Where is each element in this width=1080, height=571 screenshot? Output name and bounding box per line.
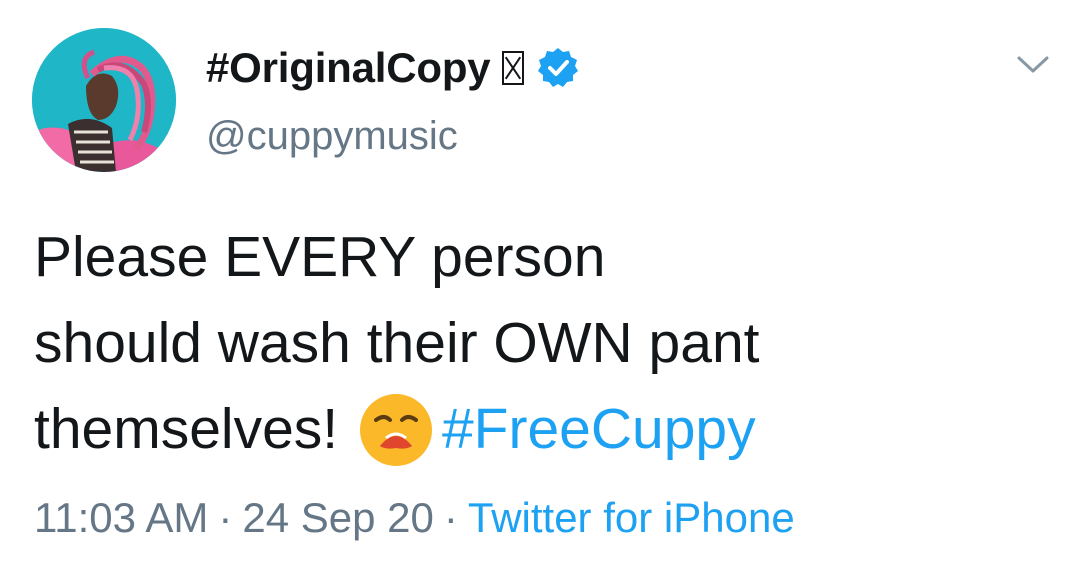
tweet-text-fragment: themselves! — [34, 397, 339, 461]
unrendered-emoji-icon — [502, 51, 525, 85]
display-name[interactable]: #OriginalCopy — [206, 44, 491, 92]
meta-separator: · — [443, 494, 458, 541]
tweet-text-line: should wash their OWN pant — [34, 311, 760, 375]
name-row: #OriginalCopy — [206, 40, 580, 96]
meta-separator: · — [218, 494, 233, 541]
hashtag-link[interactable]: #FreeCuppy — [442, 397, 756, 461]
chevron-down-icon[interactable] — [1016, 54, 1050, 76]
tweet-source-link[interactable]: Twitter for iPhone — [468, 494, 795, 541]
tweet-metadata: 11:03 AM · 24 Sep 20 · Twitter for iPhone — [34, 494, 795, 542]
user-handle[interactable]: @cuppymusic — [206, 114, 458, 159]
avatar-image — [32, 28, 176, 172]
tweet-date[interactable]: 24 Sep 20 — [242, 494, 434, 541]
tweet-time[interactable]: 11:03 AM — [34, 494, 208, 541]
anguished-face-emoji — [359, 394, 432, 466]
tweet-text-line: Please EVERY person — [34, 225, 606, 289]
verified-badge-icon — [538, 48, 579, 87]
tweet-text: Please EVERY person should wash their OW… — [34, 214, 1034, 472]
tweet-text-line: themselves! #FreeCuppy — [34, 386, 1034, 472]
tweet-card: #OriginalCopy @cuppymusic Please EVERY p… — [0, 0, 1080, 571]
avatar[interactable] — [32, 28, 176, 172]
